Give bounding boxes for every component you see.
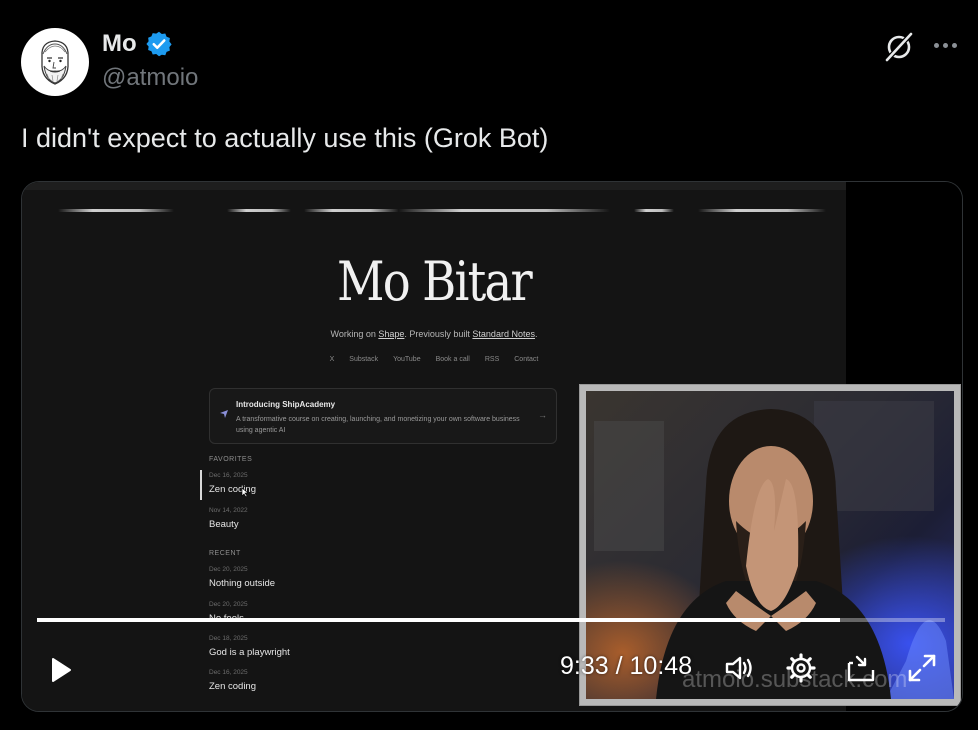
time-separator: / (615, 652, 623, 680)
redaction-scribble (304, 209, 399, 212)
gear-icon[interactable] (784, 651, 818, 685)
author-handle[interactable]: @atmoio (102, 64, 198, 92)
redaction-scribble (698, 209, 826, 212)
send-arrow-icon (220, 410, 228, 418)
avatar-illustration (41, 40, 69, 85)
post-title[interactable]: Beauty (209, 519, 239, 530)
video-time: 9:33 / 10:48 (560, 652, 692, 681)
nav-link-substack[interactable]: Substack (349, 356, 378, 363)
standard-notes-link[interactable]: Standard Notes (472, 329, 535, 339)
redaction-scribble (398, 209, 610, 212)
redaction-scribble (227, 209, 291, 212)
site-nav: X Substack YouTube Book a call RSS Conta… (22, 356, 846, 363)
post-date: Nov 14, 2022 (209, 507, 248, 514)
nav-link-x[interactable]: X (330, 356, 335, 363)
fullscreen-icon[interactable] (905, 651, 939, 685)
post-title[interactable]: Zen coding (209, 681, 256, 692)
post-date: Dec 16, 2025 (209, 669, 248, 676)
post-title[interactable]: Nothing outside (209, 578, 275, 589)
nav-link-rss[interactable]: RSS (485, 356, 499, 363)
tweet-text: I didn't expect to actually use this (Gr… (21, 123, 549, 153)
post-date: Dec 20, 2025 (209, 566, 248, 573)
volume-icon[interactable] (722, 651, 756, 685)
promo-title: Introducing ShipAcademy (236, 400, 336, 409)
author-display-name[interactable]: Mo (102, 30, 137, 58)
video-player[interactable]: Mo Bitar Working on Shape. Previously bu… (21, 181, 963, 712)
recent-heading: RECENT (209, 550, 241, 557)
redaction-scribble (58, 209, 174, 212)
favorites-heading: FAVORITES (209, 456, 253, 463)
picture-in-picture-icon[interactable] (844, 651, 878, 685)
shape-link[interactable]: Shape (378, 329, 404, 339)
video-progress-bar[interactable] (37, 618, 945, 622)
nav-link-contact[interactable]: Contact (514, 356, 538, 363)
browser-top-bar (22, 182, 846, 190)
post-date: Dec 20, 2025 (209, 601, 248, 608)
post-title[interactable]: God is a playwright (209, 647, 290, 658)
video-progress-fill (37, 618, 840, 622)
nav-link-book-a-call[interactable]: Book a call (436, 356, 470, 363)
author-avatar[interactable] (21, 28, 89, 96)
current-time: 9:33 (560, 652, 609, 680)
author-name[interactable]: Mo (102, 30, 173, 58)
selection-indicator (200, 470, 202, 500)
promo-description: A transformative course on creating, lau… (236, 416, 520, 434)
duration: 10:48 (629, 652, 693, 680)
promo-card[interactable]: Introducing ShipAcademy A transformative… (209, 388, 557, 444)
redaction-scribble (634, 209, 674, 212)
verified-badge-icon (146, 31, 172, 57)
mouse-cursor-icon (241, 487, 249, 498)
site-subtitle: Working on Shape. Previously built Stand… (330, 329, 538, 339)
nav-link-youtube[interactable]: YouTube (393, 356, 421, 363)
play-icon[interactable] (48, 655, 74, 685)
post-date: Dec 18, 2025 (209, 635, 248, 642)
post-date: Dec 16, 2025 (209, 472, 248, 479)
more-icon[interactable] (929, 32, 961, 58)
chevron-right-icon: → (538, 410, 547, 420)
site-title: Mo Bitar (336, 250, 533, 313)
grok-icon[interactable] (882, 30, 916, 64)
